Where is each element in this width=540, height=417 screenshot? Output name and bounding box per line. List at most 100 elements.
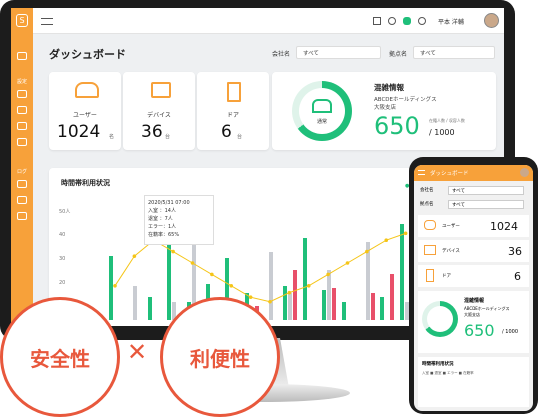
menu-icon[interactable] [41, 18, 53, 25]
branch-name: 大阪支店 [374, 105, 397, 111]
stat-value: 6 [221, 122, 232, 142]
phone-chart-legend: 入室 ■ 退室 ■ エラー ■ 在籍率 [422, 371, 474, 375]
user-name[interactable]: 平本 洋輔 [438, 17, 464, 26]
phone-screen: ダッシュボード 会社名 すべて 拠点名 すべて ユーザー 1024 デバイス 3… [414, 165, 533, 411]
tooltip-rate: 在籍率：65% [148, 232, 180, 238]
phone-branch-name: 大阪支店 [464, 312, 480, 317]
stat-card-users[interactable]: ユーザー 1024 名 [49, 72, 121, 150]
phone-header: ダッシュボード [414, 165, 533, 181]
stat-label: ユーザー [73, 112, 97, 119]
safety-text: 安全性 [30, 346, 90, 371]
chart-title: 時間帯利用状況 [61, 179, 110, 187]
y-tick: 40 [59, 232, 66, 238]
phone-stat-label: ドア [442, 274, 451, 279]
rate-point [287, 290, 292, 295]
phone-title: ダッシュボード [430, 171, 469, 177]
phone-site-select[interactable]: すべて [448, 200, 524, 209]
cross-icon: ✕ [127, 338, 148, 366]
phone-stat-value: 36 [508, 245, 522, 258]
safety-badge: 安全性 [0, 297, 120, 417]
occupancy-value: 650 [374, 112, 420, 140]
phone-congestion-card[interactable]: 混雑情報 ABCDEホールディングス 大阪支店 650 / 1000 [418, 291, 529, 353]
phone-congestion-title: 混雑情報 [464, 298, 485, 304]
convenience-text: 利便性 [190, 346, 250, 371]
phone-stat-value: 6 [514, 270, 521, 283]
door-icon [426, 269, 434, 282]
congestion-ring: 通常 [292, 81, 352, 141]
rate-point [345, 261, 350, 265]
congestion-status: 通常 [316, 119, 327, 125]
rate-point [229, 284, 234, 288]
phone-menu-icon[interactable] [418, 170, 425, 175]
user-icon[interactable] [17, 90, 27, 98]
stat-value: 36 [141, 122, 163, 142]
tooltip-time: 2020/5/31 07:00 [148, 200, 190, 206]
phone-occupancy-value: 650 [464, 321, 495, 340]
location-icon[interactable] [17, 122, 27, 130]
stat-value: 1024 [57, 122, 101, 142]
phone-stat-doors[interactable]: ドア 6 [418, 265, 529, 287]
users-icon [75, 82, 99, 98]
phone-stat-users[interactable]: ユーザー 1024 [418, 215, 529, 237]
rate-point [190, 261, 195, 265]
company-label: 会社名 [272, 51, 291, 58]
page-title: ダッシュボード [49, 48, 126, 61]
sidebar-section-log: ログ [16, 169, 27, 175]
tooltip-error: エラー：1人 [148, 224, 177, 230]
phone-chart-card: 時間帯利用状況 入室 ■ 退室 ■ エラー ■ 在籍率 [418, 357, 529, 407]
rate-point [113, 284, 117, 288]
stat-unit: 台 [165, 134, 171, 140]
congestion-title: 混雑情報 [374, 83, 404, 92]
rate-point [384, 238, 389, 242]
door-icon [227, 82, 241, 102]
stat-unit: 名 [109, 134, 115, 140]
rate-point [268, 299, 272, 304]
phone-chart-title: 時間帯利用状況 [422, 362, 454, 367]
device-icon[interactable] [17, 106, 27, 114]
convenience-badge: 利便性 [160, 297, 280, 417]
phone-company-label: 会社名 [420, 188, 434, 193]
y-tick: 20 [59, 280, 66, 286]
chart-icon[interactable] [17, 212, 27, 220]
help-icon[interactable] [388, 17, 396, 25]
phone-stat-label: ユーザー [442, 224, 460, 229]
rate-point [403, 231, 408, 236]
congestion-card[interactable]: 通常 混雑情報 ABCDEホールディングス 大阪支店 650 在籍人数 / 収容… [272, 72, 496, 150]
stat-label: ドア [226, 112, 239, 119]
gear-icon[interactable] [17, 138, 27, 146]
phone-stat-value: 1024 [490, 220, 518, 233]
phone-avatar[interactable] [520, 168, 529, 177]
site-select[interactable]: すべて [413, 46, 495, 59]
app-logo[interactable]: S [16, 14, 28, 27]
rate-point [365, 249, 369, 254]
phone-congestion-ring [422, 301, 458, 337]
site-label: 拠点名 [389, 51, 408, 58]
people-icon [312, 99, 332, 113]
phone-stat-label: デバイス [442, 249, 460, 254]
phone-stat-devices[interactable]: デバイス 36 [418, 240, 529, 262]
sidebar-section-settings: 設定 [16, 79, 27, 85]
edit-icon[interactable] [17, 196, 27, 204]
bell-icon[interactable] [403, 17, 411, 25]
y-tick: 30 [59, 256, 66, 262]
rate-point [326, 272, 330, 277]
qr-icon[interactable] [373, 17, 381, 25]
globe-icon[interactable] [418, 17, 426, 25]
capacity-value: / 1000 [429, 128, 455, 137]
sidebar: S 設定 ログ [11, 8, 33, 326]
phone-site-label: 拠点名 [420, 202, 434, 207]
phone-frame: ダッシュボード 会社名 すべて 拠点名 すべて ユーザー 1024 デバイス 3… [409, 157, 538, 414]
stat-unit: 台 [237, 134, 243, 140]
stat-card-devices[interactable]: デバイス 36 台 [123, 72, 195, 150]
rate-point [210, 272, 214, 277]
grid-icon[interactable] [17, 52, 27, 60]
company-select[interactable]: すべて [296, 46, 381, 59]
chart-tooltip: 2020/5/31 07:00 入室 ：14人 退室 ：7人 エラー：1人 在籍… [144, 195, 214, 245]
rate-point [306, 284, 311, 288]
stat-card-doors[interactable]: ドア 6 台 [197, 72, 269, 150]
avatar[interactable] [484, 13, 499, 28]
clock-icon[interactable] [17, 180, 27, 188]
phone-capacity-value: / 1000 [502, 329, 518, 335]
tooltip-out: 退室 ：7人 [148, 216, 173, 222]
phone-company-select[interactable]: すべて [448, 186, 524, 195]
